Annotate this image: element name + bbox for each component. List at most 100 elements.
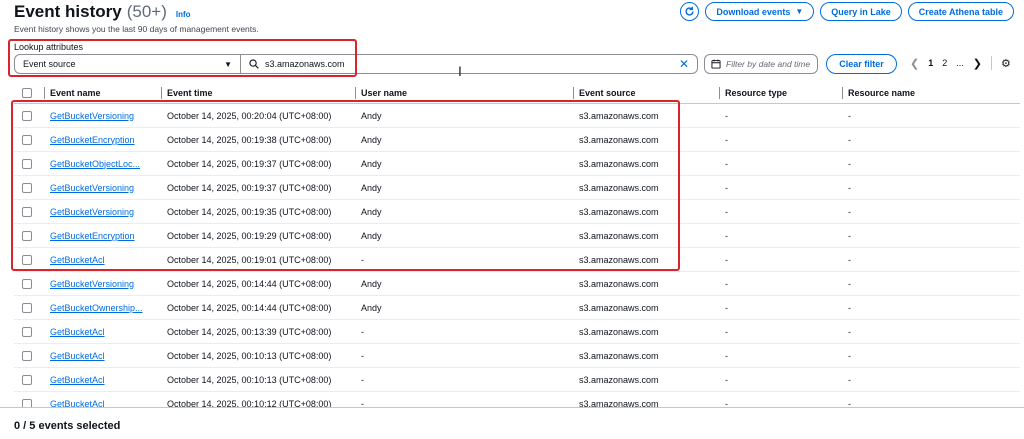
row-checkbox[interactable] — [22, 326, 32, 337]
event-name-cell: GetBucketEncryption — [44, 231, 161, 241]
event-source-value: s3.amazonaws.com — [579, 278, 659, 289]
download-events-button[interactable]: Download events ▼ — [705, 2, 815, 21]
date-range-filter[interactable]: Filter by date and time — [704, 54, 818, 74]
table-row: GetBucketVersioning October 14, 2025, 00:… — [14, 272, 1020, 296]
event-name-link[interactable]: GetBucketVersioning — [50, 183, 134, 193]
resource-name-cell: - — [848, 230, 851, 241]
clear-filter-button[interactable]: Clear filter — [826, 54, 897, 74]
event-name-cell: GetBucketAcl — [44, 351, 161, 361]
row-checkbox[interactable] — [22, 254, 32, 265]
lookup-value-input[interactable]: s3.amazonaws.com ✕ — [241, 54, 698, 74]
row-checkbox[interactable] — [22, 158, 32, 169]
table-row: GetBucketAcl October 14, 2025, 00:10:13 (… — [14, 368, 1020, 392]
event-name-link[interactable]: GetBucketEncryption — [50, 135, 135, 145]
page-ellipsis: ... — [956, 58, 964, 68]
event-name-link[interactable]: GetBucketVersioning — [50, 207, 134, 217]
row-checkbox[interactable] — [22, 278, 32, 289]
column-header-label: Event time — [167, 87, 213, 98]
query-in-lake-label: Query in Lake — [831, 6, 891, 17]
clear-input-icon[interactable]: ✕ — [679, 57, 689, 71]
table-header: Event name Event time User name Event so… — [14, 82, 1020, 104]
column-header-resource-name[interactable]: Resource name — [842, 82, 1012, 104]
resource-type-cell: - — [725, 278, 728, 289]
table-row: GetBucketEncryption October 14, 2025, 00:… — [14, 128, 1020, 152]
event-source-cell: s3.amazonaws.com — [573, 302, 719, 313]
event-name-link[interactable]: GetBucketAcl — [50, 255, 105, 265]
event-name-link[interactable]: GetBucketEncryption — [50, 231, 135, 241]
previous-page-icon[interactable]: ❮ — [910, 57, 919, 70]
selected-count: 0 / 5 events selected — [14, 420, 121, 432]
events-table: Event name Event time User name Event so… — [14, 82, 1020, 416]
event-name-cell: GetBucketAcl — [44, 327, 161, 337]
pagination: ❮ 1 2 ... ❯ ⚙ — [910, 56, 1011, 70]
resource-type-cell: - — [725, 182, 728, 193]
row-checkbox-cell — [14, 326, 44, 337]
event-name-link[interactable]: GetBucketAcl — [50, 351, 105, 361]
column-divider — [355, 86, 356, 99]
event-source-cell: s3.amazonaws.com — [573, 206, 719, 217]
column-header-event-time[interactable]: Event time — [161, 82, 355, 104]
search-icon — [249, 59, 259, 69]
event-name-link[interactable]: GetBucketVersioning — [50, 279, 134, 289]
event-time-cell: October 14, 2025, 00:19:37 (UTC+08:00) — [167, 182, 332, 193]
table-body: GetBucketVersioning October 14, 2025, 00:… — [14, 104, 1020, 416]
event-name-link[interactable]: GetBucketObjectLoc... — [50, 159, 140, 169]
refresh-button[interactable] — [680, 2, 700, 21]
event-name-cell: GetBucketOwnership... — [44, 303, 161, 313]
user-name-cell: Andy — [361, 230, 382, 241]
user-name-cell: - — [361, 254, 364, 265]
event-name-link[interactable]: GetBucketAcl — [50, 375, 105, 385]
column-header-event-source[interactable]: Event source — [573, 82, 719, 104]
resource-type-cell: - — [725, 206, 728, 217]
column-header-label: Event name — [50, 87, 101, 98]
row-checkbox[interactable] — [22, 230, 32, 241]
row-checkbox[interactable] — [22, 374, 32, 385]
query-in-lake-button[interactable]: Query in Lake — [820, 2, 902, 21]
column-divider — [719, 86, 720, 99]
resource-type-cell: - — [725, 302, 728, 313]
user-name-cell: - — [361, 350, 364, 361]
event-name-link[interactable]: GetBucketAcl — [50, 327, 105, 337]
next-page-icon[interactable]: ❯ — [973, 57, 982, 70]
event-name-link[interactable]: GetBucketOwnership... — [50, 303, 143, 313]
row-checkbox[interactable] — [22, 350, 32, 361]
user-name-cell: Andy — [361, 206, 382, 217]
event-time-cell: October 14, 2025, 00:19:35 (UTC+08:00) — [167, 206, 332, 217]
event-time-cell: October 14, 2025, 00:14:44 (UTC+08:00) — [167, 302, 332, 313]
caret-down-icon: ▼ — [224, 59, 232, 69]
event-source-value: s3.amazonaws.com — [579, 326, 659, 337]
row-checkbox[interactable] — [22, 302, 32, 313]
resource-name-cell: - — [848, 110, 851, 121]
resource-type-cell: - — [725, 254, 728, 265]
row-checkbox[interactable] — [22, 134, 32, 145]
column-header-user-name[interactable]: User name — [355, 82, 573, 104]
event-name-cell: GetBucketAcl — [44, 375, 161, 385]
resource-name-cell: - — [848, 374, 851, 385]
event-source-value: s3.amazonaws.com — [579, 350, 659, 361]
row-checkbox[interactable] — [22, 110, 32, 121]
event-source-cell: s3.amazonaws.com — [573, 278, 719, 289]
resource-name-cell: - — [848, 134, 851, 145]
column-divider — [842, 86, 843, 99]
info-link[interactable]: Info — [176, 10, 191, 19]
select-all-checkbox[interactable] — [22, 87, 32, 98]
page-2[interactable]: 2 — [942, 58, 947, 68]
row-checkbox[interactable] — [22, 206, 32, 217]
column-header-resource-type[interactable]: Resource type — [719, 82, 842, 104]
gear-icon[interactable]: ⚙ — [1001, 57, 1011, 70]
event-time-cell: October 14, 2025, 00:10:13 (UTC+08:00) — [167, 350, 332, 361]
resource-type-cell: - — [725, 326, 728, 337]
column-header-event-name[interactable]: Event name — [44, 82, 161, 104]
create-athena-table-button[interactable]: Create Athena table — [907, 2, 1014, 21]
event-source-cell: s3.amazonaws.com — [573, 230, 719, 241]
resource-type-cell: - — [725, 230, 728, 241]
column-header-label: Resource name — [848, 87, 916, 98]
event-name-link[interactable]: GetBucketVersioning — [50, 111, 134, 121]
event-source-value: s3.amazonaws.com — [579, 254, 659, 265]
resource-name-cell: - — [848, 206, 851, 217]
event-count: (50+) — [126, 2, 167, 21]
refresh-icon — [685, 6, 694, 16]
row-checkbox[interactable] — [22, 182, 32, 193]
lookup-attribute-select[interactable]: Event source ▼ — [14, 54, 241, 74]
page-1[interactable]: 1 — [928, 58, 933, 68]
